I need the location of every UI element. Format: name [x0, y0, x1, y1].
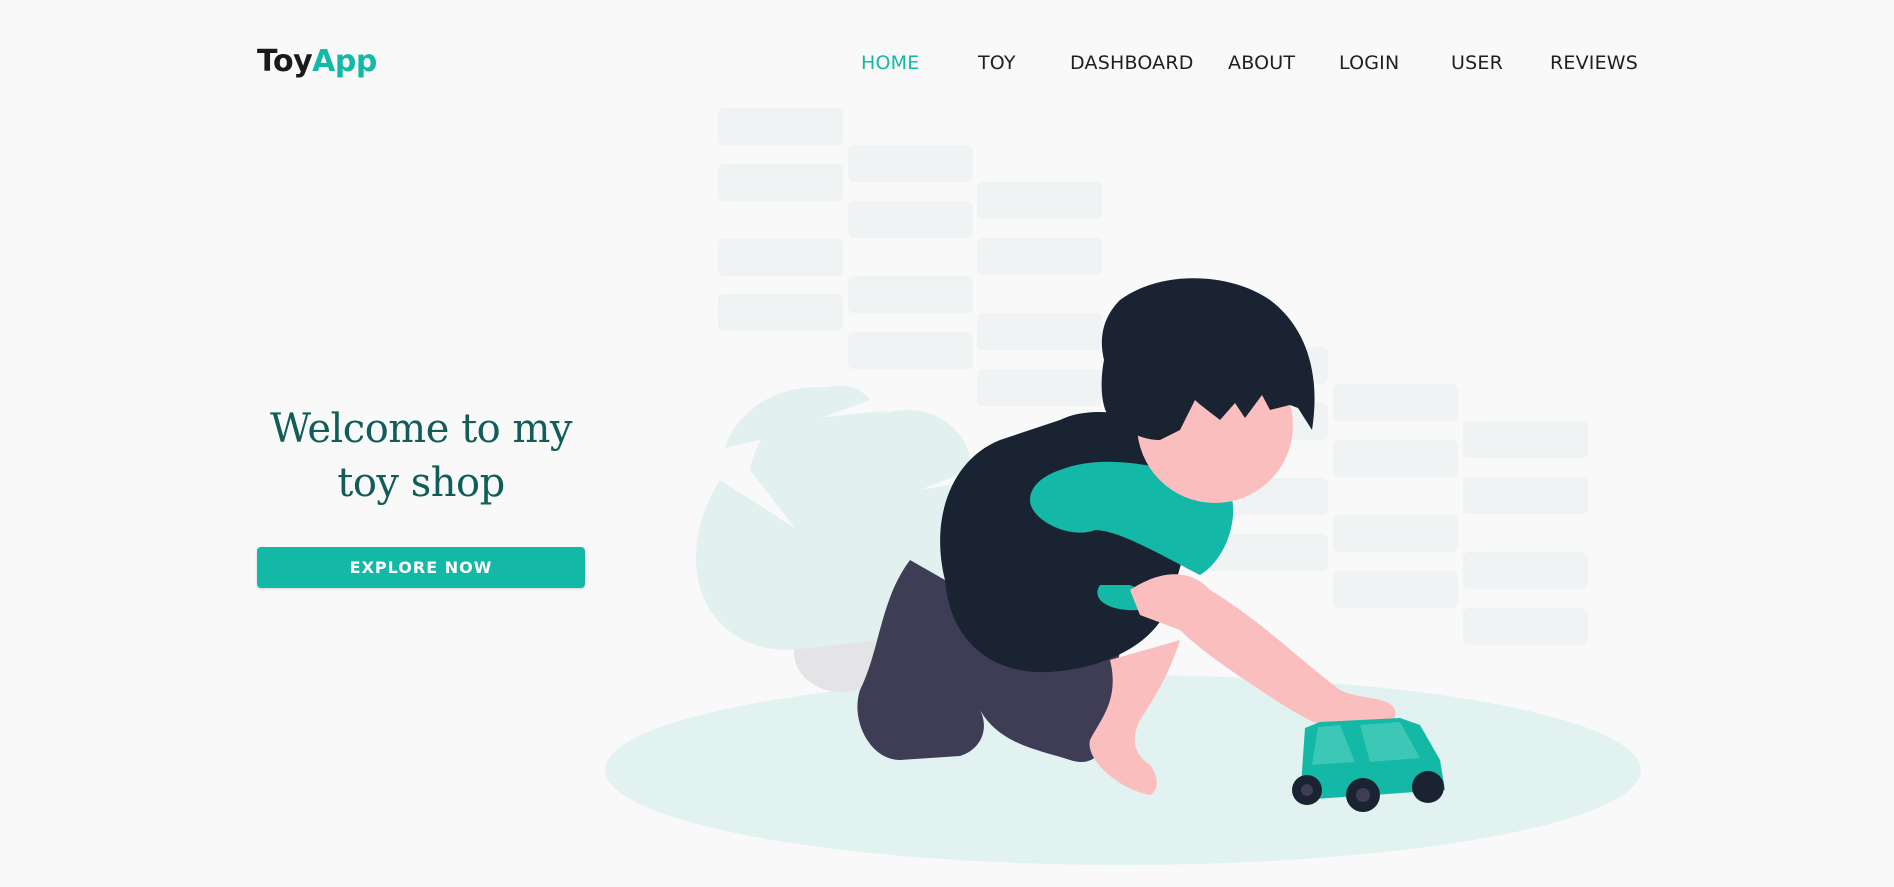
explore-now-button[interactable]: EXPLORE NOW: [257, 547, 585, 588]
nav-dashboard[interactable]: DASHBOARD: [1070, 52, 1194, 74]
hero-title-line2: toy shop: [337, 460, 505, 506]
nav-user[interactable]: USER: [1451, 52, 1503, 74]
child-foot: [1089, 640, 1180, 795]
nav-login[interactable]: LOGIN: [1339, 52, 1399, 74]
child-arm: [1130, 574, 1396, 735]
hero-title: Welcome to my toy shop: [257, 402, 585, 510]
child-face: [1137, 347, 1293, 503]
child-pants: [857, 560, 1120, 762]
child-sleeve: [1030, 461, 1234, 575]
floor-shadow: [605, 675, 1641, 865]
toy-car: [1292, 718, 1445, 812]
background-blocks: [718, 108, 1588, 645]
site-header: ToyApp HOME TOY DASHBOARD ABOUT LOGIN US…: [0, 0, 1894, 130]
main-nav: HOME TOY DASHBOARD ABOUT LOGIN USER REVI…: [0, 52, 1894, 82]
nav-home[interactable]: HOME: [861, 52, 919, 74]
nav-about[interactable]: ABOUT: [1228, 52, 1295, 74]
hero-section: Welcome to my toy shop: [257, 402, 585, 510]
nav-toy[interactable]: TOY: [978, 52, 1016, 74]
nav-reviews[interactable]: REVIEWS: [1550, 52, 1638, 74]
plant: [695, 385, 985, 692]
child-body: [940, 411, 1194, 673]
page: ToyApp HOME TOY DASHBOARD ABOUT LOGIN US…: [0, 0, 1894, 887]
hero-title-line1: Welcome to my: [269, 406, 573, 452]
child-hair: [1101, 278, 1315, 440]
